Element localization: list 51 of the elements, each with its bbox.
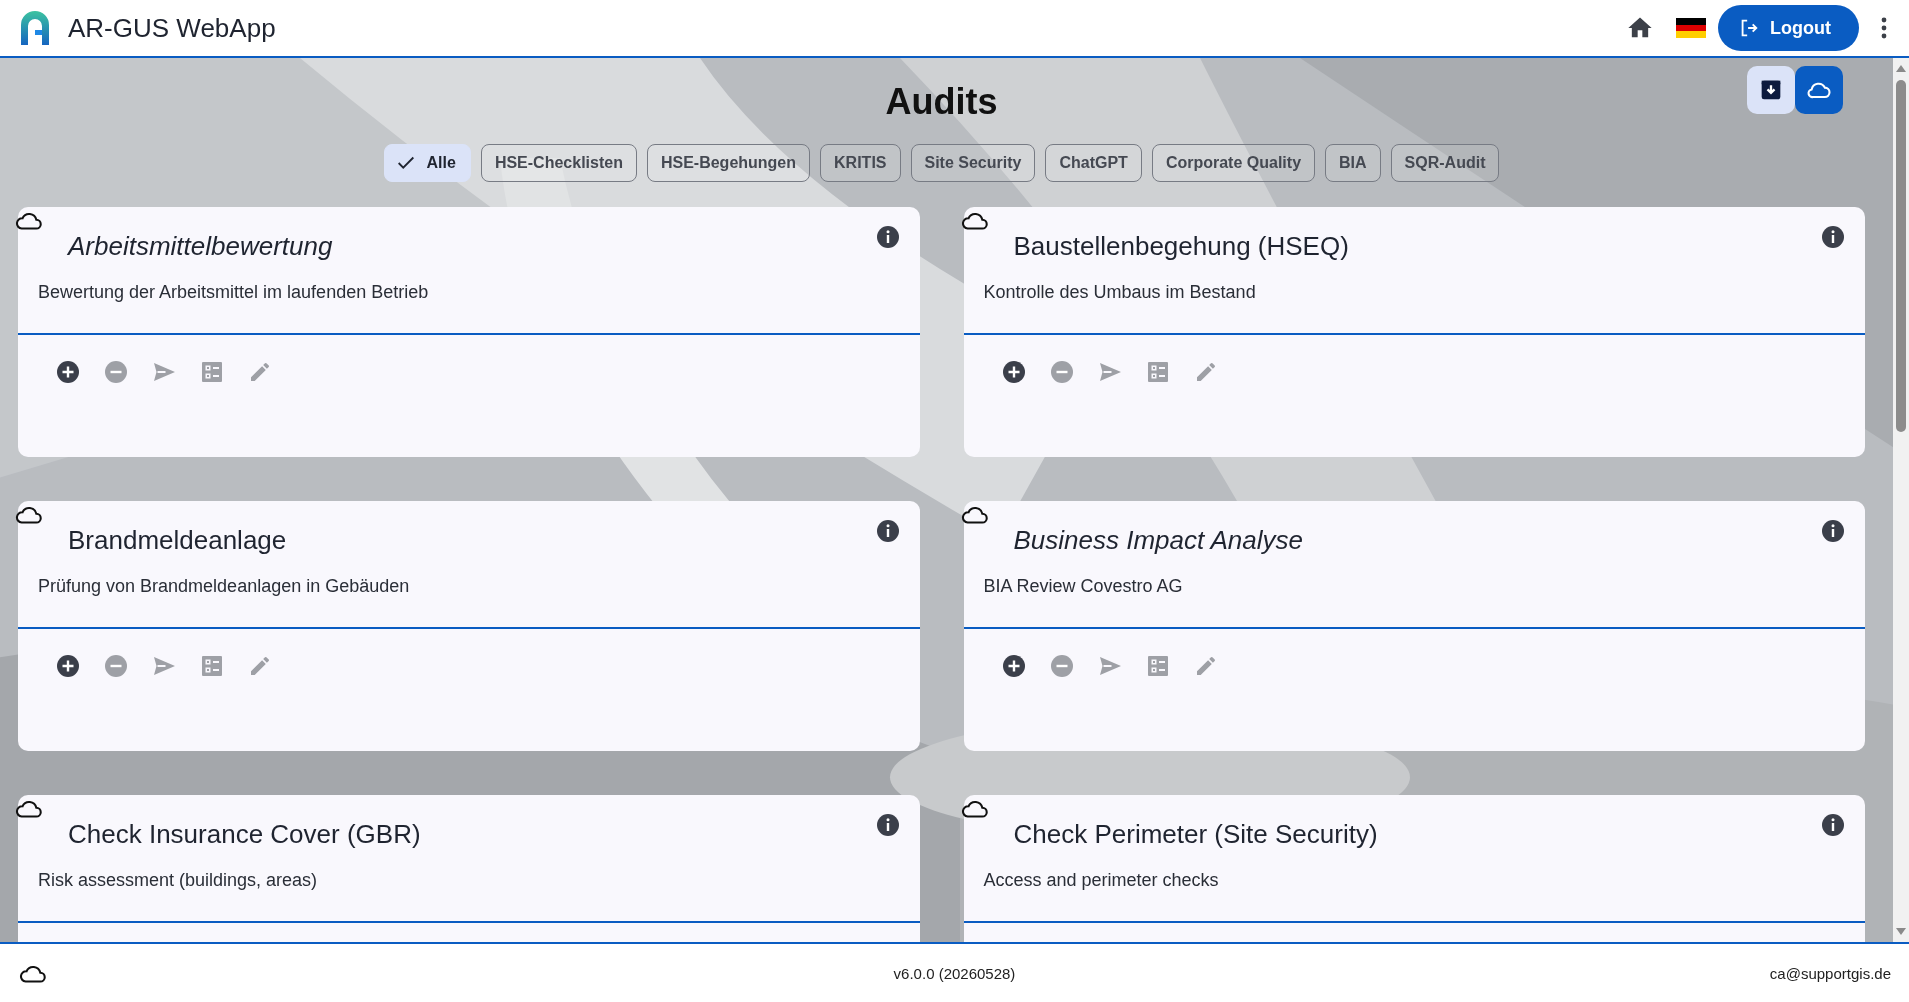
add-icon[interactable] bbox=[56, 360, 80, 384]
card-description: Kontrolle des Umbaus im Bestand bbox=[982, 281, 1257, 303]
filter-chip[interactable]: HSE-Checklisten bbox=[480, 144, 637, 182]
audit-card[interactable]: Arbeitsmittelbewertung Bewertung der Arbeitsmittel im laufenden Betrieb bbox=[18, 207, 920, 457]
filter-chip[interactable]: Corporate Quality bbox=[1151, 144, 1316, 182]
card-title: Arbeitsmittelbewertung bbox=[68, 231, 334, 262]
cloud-button[interactable] bbox=[1795, 66, 1843, 114]
filter-chip[interactable]: Alle bbox=[383, 144, 471, 182]
add-icon[interactable] bbox=[56, 654, 80, 678]
card-description: Bewertung der Arbeitsmittel im laufenden Betrieb bbox=[37, 281, 430, 303]
filter-chip[interactable]: ChatGPT bbox=[1045, 144, 1142, 182]
card-title: Brandmeldeanlage bbox=[68, 525, 288, 556]
logo-icon bbox=[18, 11, 52, 45]
card-title: Business Impact Analyse bbox=[1013, 525, 1304, 556]
filter-chip[interactable]: HSE-Begehungen bbox=[646, 144, 811, 182]
info-icon[interactable] bbox=[875, 225, 900, 249]
info-icon[interactable] bbox=[1821, 519, 1845, 543]
filter-chip[interactable]: KRITIS bbox=[820, 144, 901, 182]
scroll-up-icon[interactable] bbox=[1896, 64, 1906, 72]
flag-icon[interactable] bbox=[1676, 18, 1706, 38]
card-description: Prüfung von Brandmeldeanlagen in Gebäuden bbox=[37, 575, 411, 597]
card-description: Access and perimeter checks bbox=[982, 869, 1220, 891]
info-icon[interactable] bbox=[1821, 813, 1845, 837]
more-icon[interactable] bbox=[1881, 17, 1887, 39]
add-icon[interactable] bbox=[1001, 654, 1026, 678]
version-text: v6.0.0 (20260528) bbox=[893, 964, 1016, 982]
scrollbar-thumb[interactable] bbox=[1896, 80, 1906, 432]
audit-card[interactable]: Business Impact Analyse BIA Review Covestro AG bbox=[963, 501, 1865, 751]
scroll-down-icon[interactable] bbox=[1896, 928, 1906, 936]
audit-card[interactable]: Check Perimeter (Site Security) Access and perimeter checks bbox=[963, 795, 1865, 942]
card-title: Check Perimeter (Site Security) bbox=[1013, 819, 1379, 850]
archive-download-button[interactable] bbox=[1747, 66, 1795, 114]
card-title: Baustellenbegehung (HSEQ) bbox=[1013, 231, 1350, 262]
filter-chip[interactable]: SQR-Audit bbox=[1390, 144, 1500, 182]
filter-chip[interactable]: BIA bbox=[1325, 144, 1381, 182]
info-icon[interactable] bbox=[1821, 225, 1845, 249]
card-title: Check Insurance Cover (GBR) bbox=[68, 819, 422, 850]
info-icon[interactable] bbox=[875, 519, 900, 543]
audit-card[interactable]: Baustellenbegehung (HSEQ) Kontrolle des Umbaus im Bestand bbox=[963, 207, 1865, 457]
scrollbar[interactable] bbox=[1893, 58, 1909, 942]
contact-email[interactable]: ca@supportgis.de bbox=[1769, 964, 1891, 982]
card-description: Risk assessment (buildings, areas) bbox=[37, 869, 319, 891]
app-title: AR-GUS WebApp bbox=[68, 12, 276, 44]
logout-button[interactable]: Logout bbox=[1718, 5, 1859, 51]
info-icon[interactable] bbox=[875, 813, 900, 837]
audit-card[interactable]: Check Insurance Cover (GBR) Risk assessment (buildings, areas) bbox=[18, 795, 920, 942]
card-description: BIA Review Covestro AG bbox=[982, 575, 1184, 597]
add-icon[interactable] bbox=[1001, 360, 1026, 384]
audit-card[interactable]: Brandmeldeanlage Prüfung von Brandmeldeanlagen in Gebäuden bbox=[18, 501, 920, 751]
page-title: Audits bbox=[885, 80, 998, 124]
filter-chip[interactable]: Site Security bbox=[910, 144, 1036, 182]
